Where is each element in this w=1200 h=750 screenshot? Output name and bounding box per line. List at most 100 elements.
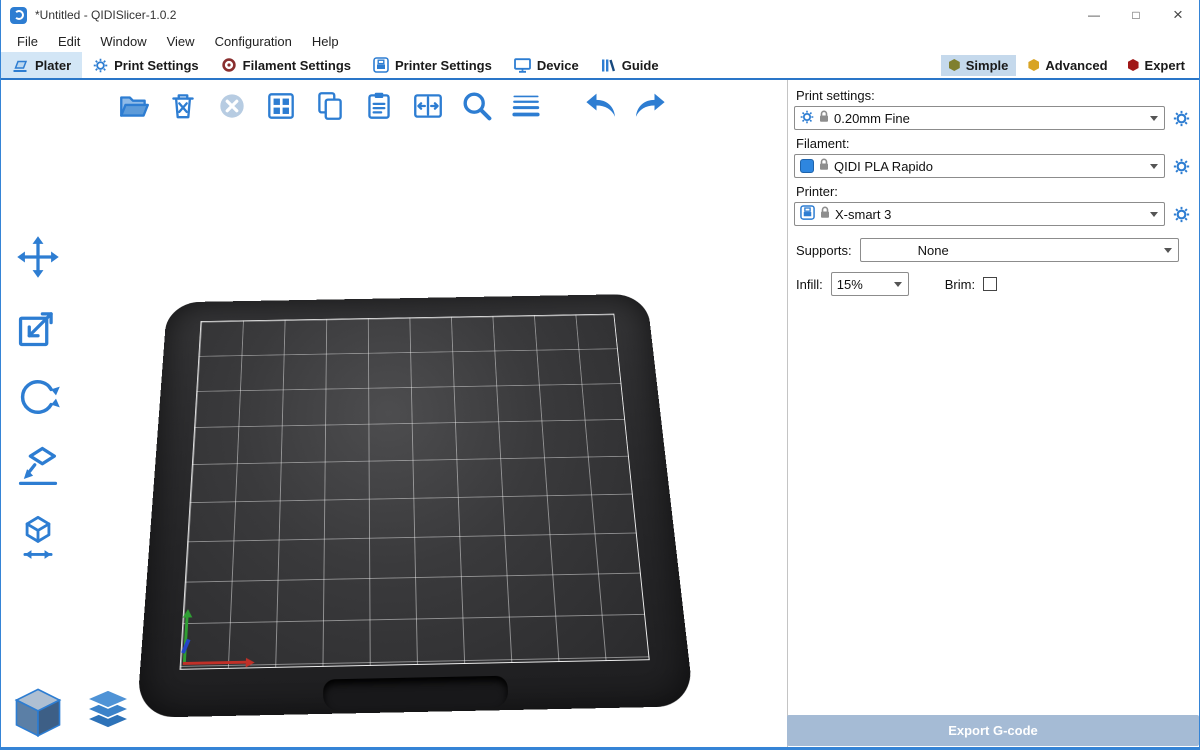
- chevron-down-icon: [1150, 212, 1158, 217]
- advanced-mode-icon: [1028, 59, 1039, 71]
- tab-label: Guide: [622, 58, 659, 73]
- split-icon: [411, 89, 445, 123]
- variable-layer-height-button[interactable]: [505, 85, 547, 127]
- variable-layer-height-icon: [509, 89, 543, 123]
- open-button[interactable]: [113, 85, 155, 127]
- editor-3d-button[interactable]: [9, 683, 67, 741]
- printer-label: Printer:: [796, 184, 1191, 199]
- menu-view[interactable]: View: [157, 34, 205, 49]
- print-settings-gear-button[interactable]: [1171, 110, 1191, 127]
- lock-icon: [819, 158, 829, 174]
- delete-all-button[interactable]: [211, 85, 253, 127]
- app-logo-icon: [10, 7, 27, 24]
- supports-label: Supports:: [796, 243, 852, 258]
- device-icon: [514, 58, 531, 73]
- place-on-face-button[interactable]: [9, 440, 67, 494]
- tab-device[interactable]: Device: [503, 52, 590, 78]
- minimize-button[interactable]: —: [1073, 0, 1115, 30]
- plater-icon: [12, 58, 29, 73]
- infill-combo[interactable]: 15%: [831, 272, 909, 296]
- bed-handle-cutout: [323, 676, 509, 711]
- printer-settings-icon: [373, 57, 389, 73]
- paste-icon: [362, 89, 396, 123]
- tab-filament-settings[interactable]: Filament Settings: [210, 52, 362, 78]
- gizmo-toolbar: [9, 230, 67, 564]
- bed-frame: [137, 294, 695, 718]
- arrange-button[interactable]: [260, 85, 302, 127]
- chevron-down-icon: [1164, 248, 1172, 253]
- delete-button[interactable]: [162, 85, 204, 127]
- supports-combo[interactable]: None: [860, 238, 1179, 262]
- open-icon: [117, 89, 151, 123]
- preview-layers-button[interactable]: [79, 683, 137, 741]
- mode-label: Expert: [1145, 58, 1185, 73]
- scale-icon: [14, 303, 62, 351]
- delete-all-icon: [215, 89, 249, 123]
- tab-guide[interactable]: Guide: [590, 52, 670, 78]
- mode-switcher: Simple Advanced Expert: [941, 52, 1199, 78]
- chevron-down-icon: [894, 282, 902, 287]
- filament-label: Filament:: [796, 136, 1191, 151]
- printer-combo[interactable]: X-smart 3: [794, 202, 1165, 226]
- tab-print-settings[interactable]: Print Settings: [82, 52, 210, 78]
- menu-edit[interactable]: Edit: [48, 34, 90, 49]
- filament-settings-icon: [221, 57, 237, 73]
- tab-plater[interactable]: Plater: [1, 52, 82, 78]
- rotate-button[interactable]: [9, 370, 67, 424]
- tab-label: Device: [537, 58, 579, 73]
- preset-gear-icon: [800, 110, 814, 127]
- 3d-viewport[interactable]: [1, 80, 787, 747]
- view-toggle-bar: [9, 683, 137, 741]
- print-settings-label: Print settings:: [796, 88, 1191, 103]
- editor-3d-icon: [10, 684, 66, 740]
- mode-advanced[interactable]: Advanced: [1020, 55, 1115, 76]
- printer-bed: [137, 228, 695, 712]
- undo-button[interactable]: [580, 85, 622, 127]
- tab-printer-settings[interactable]: Printer Settings: [362, 52, 503, 78]
- print-settings-combo[interactable]: 0.20mm Fine: [794, 106, 1165, 130]
- arrange-icon: [264, 89, 298, 123]
- maximize-button[interactable]: □: [1115, 0, 1157, 30]
- copy-button[interactable]: [309, 85, 351, 127]
- window-title: *Untitled - QIDISlicer-1.0.2: [35, 8, 176, 22]
- split-button[interactable]: [407, 85, 449, 127]
- mode-simple[interactable]: Simple: [941, 55, 1017, 76]
- menu-configuration[interactable]: Configuration: [205, 34, 302, 49]
- scale-button[interactable]: [9, 300, 67, 354]
- chevron-down-icon: [1150, 116, 1158, 121]
- menu-help[interactable]: Help: [302, 34, 349, 49]
- print-settings-icon: [93, 58, 108, 73]
- menu-file[interactable]: File: [7, 34, 48, 49]
- filament-color-swatch: [800, 159, 814, 173]
- measure-button[interactable]: [9, 510, 67, 564]
- brim-checkbox[interactable]: [983, 277, 997, 291]
- search-button[interactable]: [456, 85, 498, 127]
- titlebar: *Untitled - QIDISlicer-1.0.2 — □ ×: [1, 0, 1199, 30]
- redo-button[interactable]: [629, 85, 671, 127]
- tab-label: Plater: [35, 58, 71, 73]
- filament-gear-button[interactable]: [1171, 158, 1191, 175]
- printer-value: X-smart 3: [835, 207, 1145, 222]
- export-gcode-button[interactable]: Export G-code: [787, 715, 1199, 746]
- close-button[interactable]: ×: [1157, 0, 1199, 30]
- settings-sidebar: Print settings: 0.20mm Fine Filament:: [787, 80, 1199, 747]
- chevron-down-icon: [1150, 164, 1158, 169]
- preview-layers-icon: [82, 686, 134, 738]
- brim-label: Brim:: [945, 277, 975, 292]
- history-group: [580, 85, 671, 127]
- menu-window[interactable]: Window: [90, 34, 156, 49]
- lock-icon: [820, 206, 830, 222]
- rotate-icon: [14, 373, 62, 421]
- printer-gear-button[interactable]: [1171, 206, 1191, 223]
- tab-label: Filament Settings: [243, 58, 351, 73]
- bed-grid-surface: [179, 314, 649, 670]
- delete-icon: [166, 89, 200, 123]
- move-button[interactable]: [9, 230, 67, 284]
- mode-expert[interactable]: Expert: [1120, 55, 1193, 76]
- paste-button[interactable]: [358, 85, 400, 127]
- tab-label: Print Settings: [114, 58, 199, 73]
- place-on-face-icon: [14, 443, 62, 491]
- move-icon: [14, 233, 62, 281]
- mode-label: Advanced: [1045, 58, 1107, 73]
- filament-combo[interactable]: QIDI PLA Rapido: [794, 154, 1165, 178]
